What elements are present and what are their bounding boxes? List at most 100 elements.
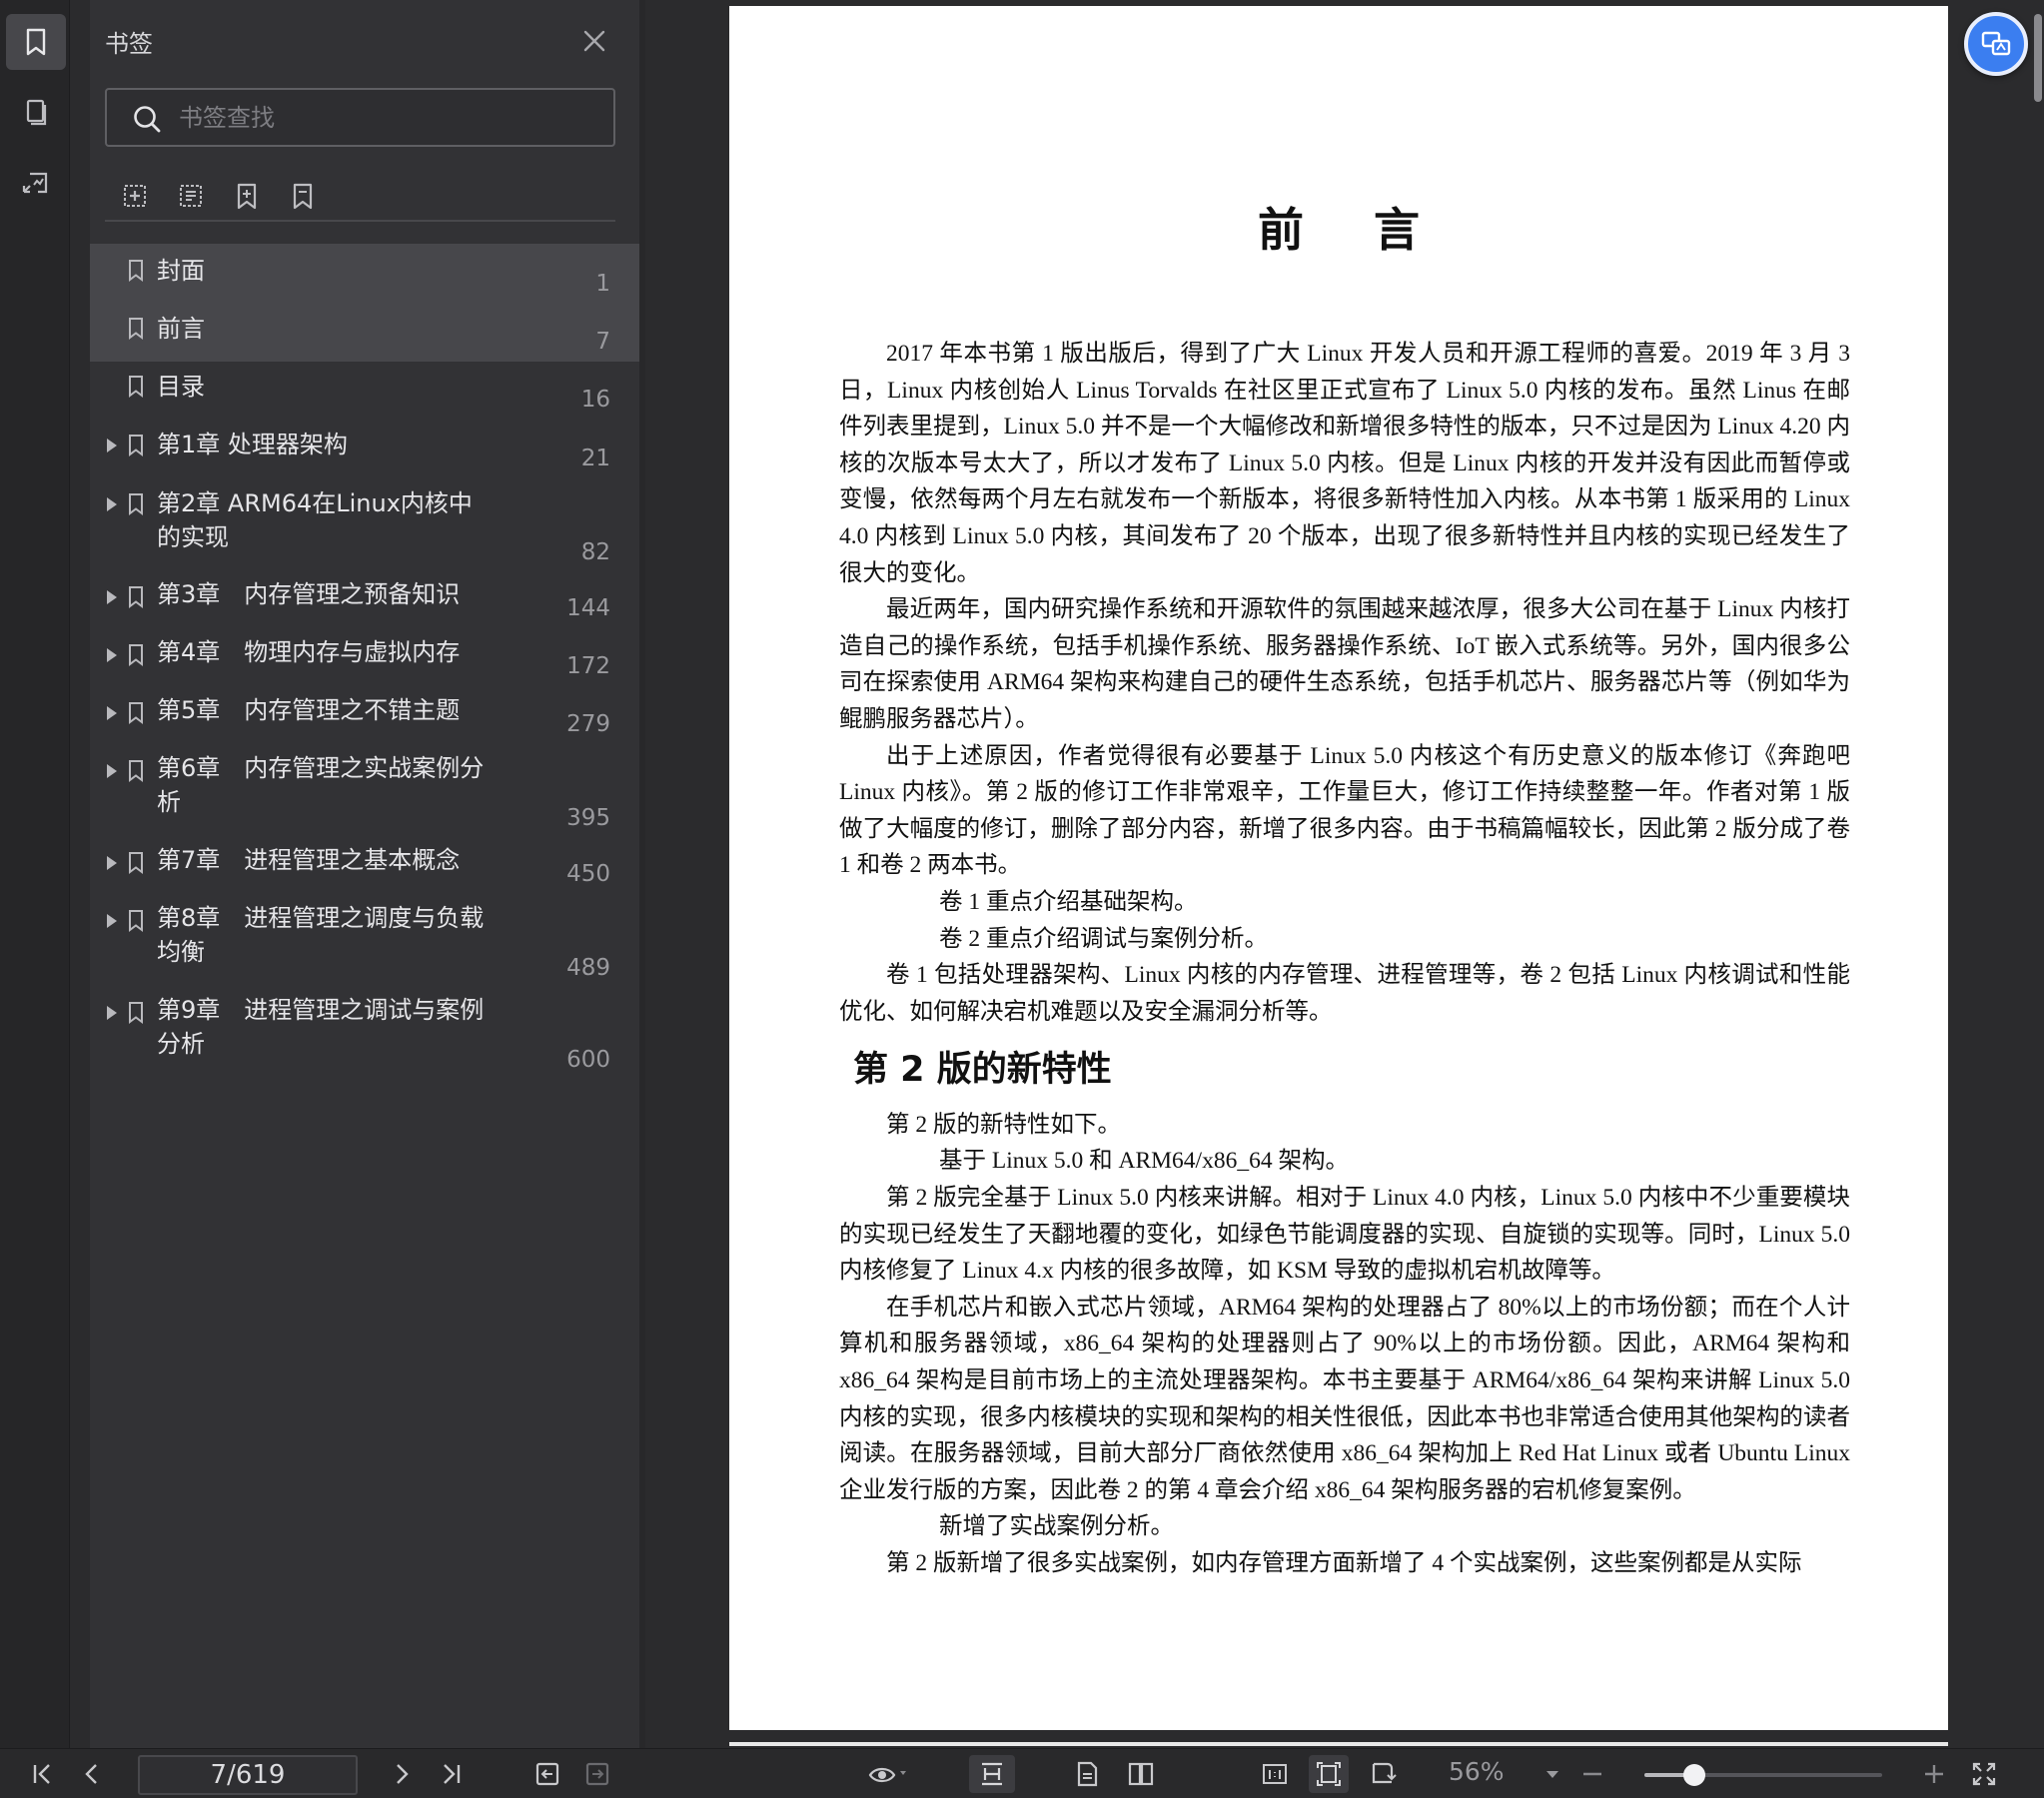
bookmark-label: 第6章 内存管理之实战案例分 析 [157,754,485,816]
bookmark-page-number: 82 [580,539,610,565]
bookmark-flag-icon [129,318,143,340]
search-icon [134,106,161,133]
actual-size-icon [1263,1764,1287,1784]
bookmark-item[interactable]: 第1章 处理器架构 21 [90,420,639,477]
section-heading: 第 2 版的新特性 [853,1050,1112,1091]
expand-arrow-icon[interactable] [107,856,117,870]
bookmark-page-number: 7 [595,329,610,355]
expand-arrow-icon[interactable] [107,706,117,720]
next-page-button[interactable] [382,1755,422,1793]
bottom-toolbar: 7/619 56% [0,1748,2044,1798]
previous-page-button[interactable] [72,1755,112,1793]
expand-arrow-icon[interactable] [107,590,117,604]
bookmark-search-box [105,88,615,147]
fit-page-button[interactable] [1309,1755,1349,1793]
eye-care-mode-button[interactable] [857,1755,917,1793]
fit-page-icon [1317,1762,1341,1786]
single-page-button[interactable] [1067,1755,1107,1793]
bookmark-flag-icon [129,586,143,608]
bookmark-label: 第3章 内存管理之预备知识 [157,580,461,608]
bookmark-label: 第4章 物理内存与虚拟内存 [157,638,461,666]
bookmark-item[interactable]: 第3章 内存管理之预备知识 144 [90,569,639,627]
paragraph: 在手机芯片和嵌入式芯片领域，ARM64 架构的处理器占了 80%以上的市场份额；… [839,1294,1850,1503]
bookmark-item[interactable]: 目录 16 [90,362,639,420]
actual-size-button[interactable] [1255,1755,1295,1793]
add-bookmark-button[interactable] [115,176,155,216]
bookmark-label: 前言 [157,315,205,343]
zoom-in-button[interactable] [1914,1755,1954,1793]
first-page-button[interactable] [22,1755,62,1793]
bookmark-item[interactable]: 第8章 进程管理之调度与负载 均衡 489 [90,893,639,985]
bookmark-page-number: 279 [566,711,610,737]
bookmark-label: 封面 [157,257,205,285]
paragraph: 第 2 版的新特性如下。 [886,1111,1121,1138]
delete-bookmark-button[interactable] [171,176,211,216]
page-number-field[interactable]: 7/619 [138,1755,358,1795]
expand-arrow-icon[interactable] [107,914,117,928]
zoom-slider[interactable] [1644,1764,1882,1786]
single-page-icon [1077,1761,1098,1787]
fullscreen-icon [1972,1762,1996,1786]
bookmark-icon [26,28,46,56]
bookmark-page-number: 144 [566,595,610,621]
bookmark-label: 目录 [157,373,205,401]
bookmark-item[interactable]: 第9章 进程管理之调试与案例 分析 600 [90,985,639,1077]
paragraph: 2017 年本书第 1 版出版后，得到了广大 Linux 开发人员和开源工程师的… [839,341,1850,586]
bookmark-item[interactable]: 第6章 内存管理之实战案例分 析 395 [90,743,639,835]
back-button[interactable] [527,1755,567,1793]
vertical-scrollbar-thumb[interactable] [2034,14,2042,102]
zoom-slider-knob[interactable] [1682,1764,1705,1786]
expand-arrow-icon[interactable] [107,1006,117,1020]
close-panel-button[interactable] [579,26,609,56]
paragraph: 第 2 版新增了很多实战案例，如内存管理方面新增了 4 个实战案例，这些案例都是… [886,1550,1802,1576]
expand-arrow-icon[interactable] [107,648,117,662]
expand-arrow-icon[interactable] [107,764,117,778]
expand-arrow-icon[interactable] [107,497,117,511]
zoom-level[interactable]: 56% [1449,1757,1505,1786]
forward-button[interactable] [577,1755,617,1793]
document-viewport[interactable]: 前言 2017 年本书第 1 版出版后，得到了广大 Linux 开发人员和开源工… [645,0,2044,1748]
scroll-mode-button[interactable] [969,1755,1015,1793]
bookmark-flag-icon [129,435,143,456]
add-child-bookmark-button[interactable] [227,176,267,216]
bullet-line: 卷 2 重点介绍调试与案例分析。 [939,925,1268,952]
bookmark-panel: 书签 封面 1 [90,0,639,1748]
annotation-tab-button[interactable] [6,156,66,212]
fullscreen-button[interactable] [1964,1755,2004,1793]
first-page-icon [33,1764,50,1784]
bookmark-flag-icon [129,910,143,932]
bookmark-item[interactable]: 第7章 进程管理之基本概念 450 [90,835,639,893]
bookmark-page-number: 172 [566,653,610,679]
bookmark-flag-icon [129,852,143,874]
bookmark-flag-icon [129,376,143,398]
bookmark-outline-icon [293,183,313,210]
bookmark-item[interactable]: 第2章 ARM64在Linux内核中 的实现 82 [90,477,639,569]
bookmark-item[interactable]: 封面 1 [90,244,639,303]
double-page-button[interactable] [1121,1755,1161,1793]
zoom-out-button[interactable] [1572,1755,1612,1793]
bookmark-flag-icon [129,260,143,282]
document-page: 前言 2017 年本书第 1 版出版后，得到了广大 Linux 开发人员和开源工… [729,6,1948,1730]
bookmark-item[interactable]: 第4章 物理内存与虚拟内存 172 [90,627,639,685]
export-annotation-icon [22,172,48,194]
bookmark-search-input[interactable] [179,100,598,136]
remove-bookmark-icon [180,185,202,207]
translate-float-button[interactable] [1964,12,2028,76]
zoom-dropdown-caret[interactable] [1546,1771,1558,1778]
last-page-button[interactable] [432,1755,472,1793]
bookmark-page-number: 1 [595,271,610,297]
thumbnail-tab-button[interactable] [6,84,66,140]
bookmark-item[interactable]: 前言 7 [90,303,639,362]
page-body: 2017 年本书第 1 版出版后，得到了广大 Linux 开发人员和开源工程师的… [839,336,1850,1582]
rename-bookmark-button[interactable] [283,176,323,216]
bookmark-item[interactable]: 第5章 内存管理之不错主题 279 [90,685,639,743]
bookmark-label: 第7章 进程管理之基本概念 [157,846,461,874]
forward-arrow-icon [585,1762,609,1786]
paragraph: 卷 1 包括处理器架构、Linux 内核的内存管理、进程管理等，卷 2 包括 L… [839,962,1850,1025]
paragraph: 最近两年，国内研究操作系统和开源软件的氛围越来越浓厚，很多大公司在基于 Linu… [839,596,1850,732]
pages-icon [26,99,47,126]
rotate-button[interactable] [1363,1755,1403,1793]
bookmark-tab-button[interactable] [6,14,66,70]
expand-arrow-icon[interactable] [107,439,117,452]
bookmark-flag-icon [129,644,143,666]
